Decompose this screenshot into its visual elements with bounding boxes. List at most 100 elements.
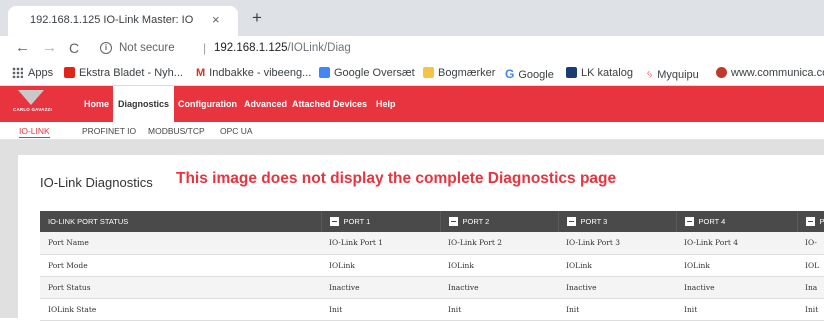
subnav-modbus-tcp[interactable]: MODBUS/TCP (148, 126, 205, 136)
row-label: Port Mode (40, 254, 321, 276)
table-cell: IOLink (676, 254, 797, 276)
table-cell: Ina (797, 276, 824, 298)
browser-tab[interactable]: 192.168.1.125 IO-Link Master: IO × (8, 6, 238, 36)
address-bar: ← → C i Not secure | 192.168.1.125/IOLin… (0, 36, 824, 62)
column-header-port-5[interactable]: P (797, 211, 824, 232)
myquipu-icon: ᛃ (646, 67, 653, 78)
menu-diagnostics[interactable]: Diagnostics (113, 86, 174, 122)
table-cell: Init (321, 298, 440, 320)
reload-icon[interactable]: C (69, 40, 79, 56)
table-cell: IO- (797, 232, 824, 254)
table-header-row: IO-LINK PORT STATUS PORT 1 PORT 2 PORT 3… (40, 211, 824, 232)
menu-configuration[interactable]: Configuration (173, 86, 242, 122)
table-row: Port Name IO-Link Port 1 IO-Link Port 2 … (40, 232, 824, 254)
bookmarks-bar: Apps Ekstra Bladet - Nyh... M Indbakke - … (0, 62, 824, 86)
bookmark-label: Bogmærker (438, 67, 495, 79)
column-header-port-status: IO-LINK PORT STATUS (40, 211, 321, 232)
annotation-note: This image does not display the complete… (176, 170, 616, 188)
table-row: IOLink State Init Init Init Init Init (40, 298, 824, 320)
subnav-opc-ua[interactable]: OPC UA (220, 126, 253, 136)
table-cell: Init (676, 298, 797, 320)
menu-attached-devices[interactable]: Attached Devices (287, 86, 372, 122)
url-path: /IOLink/Diag (288, 42, 351, 54)
bookmark-label: www.communica.co... (731, 67, 824, 79)
menu-home[interactable]: Home (79, 86, 114, 122)
subnav-profinet-io[interactable]: PROFINET IO (82, 126, 136, 136)
folder-icon (423, 67, 434, 78)
forward-arrow-icon[interactable]: → (42, 40, 57, 56)
table-cell: Inactive (440, 276, 558, 298)
column-header-port-2[interactable]: PORT 2 (440, 211, 558, 232)
table-row: Port Status Inactive Inactive Inactive I… (40, 276, 824, 298)
header-label: PORT 1 (344, 217, 371, 226)
table-cell: IOLink (440, 254, 558, 276)
header-label: PORT 4 (699, 217, 726, 226)
collapse-icon[interactable] (806, 217, 815, 226)
table-cell: IOL (797, 254, 824, 276)
menu-advanced[interactable]: Advanced (239, 86, 292, 122)
table-cell: Init (440, 298, 558, 320)
table-cell: Inactive (321, 276, 440, 298)
google-icon: G (505, 67, 514, 78)
bookmark-myquipu[interactable]: ᛃ Myquipu (646, 67, 699, 81)
table-cell: IO-Link Port 4 (676, 232, 797, 254)
apps-grid-icon (12, 67, 23, 78)
bookmark-label: Google (518, 69, 553, 81)
main-content: IO-Link Diagnostics This image does not … (0, 140, 824, 318)
tab-title: 192.168.1.125 IO-Link Master: IO (30, 14, 200, 26)
url-field[interactable]: 192.168.1.125/IOLink/Diag (214, 42, 351, 54)
bookmark-ekstra-bladet[interactable]: Ekstra Bladet - Nyh... (64, 67, 183, 79)
bookmark-google-translate[interactable]: Google Oversæt (319, 67, 415, 79)
column-header-port-1[interactable]: PORT 1 (321, 211, 440, 232)
url-host: 192.168.1.125 (214, 42, 288, 54)
bookmark-lk-katalog[interactable]: LK katalog (566, 67, 633, 79)
table-cell: IOLink (558, 254, 676, 276)
row-label: Port Status (40, 276, 321, 298)
bookmark-label: Google Oversæt (334, 67, 415, 79)
header-label: PORT 2 (463, 217, 490, 226)
gmail-icon: M (196, 67, 205, 78)
bookmark-label: Indbakke - vibeeng... (209, 67, 311, 79)
page-title: IO-Link Diagnostics (40, 175, 153, 190)
header-label: PORT 3 (581, 217, 608, 226)
table-cell: IO-Link Port 2 (440, 232, 558, 254)
info-icon[interactable]: i (100, 42, 112, 54)
row-label: IOLink State (40, 298, 321, 320)
column-header-port-3[interactable]: PORT 3 (558, 211, 676, 232)
back-arrow-icon[interactable]: ← (15, 40, 30, 56)
bookmark-communica[interactable]: www.communica.co... (716, 67, 824, 79)
google-translate-icon (319, 67, 330, 78)
table-cell: IOLink (321, 254, 440, 276)
table-cell: IO-Link Port 1 (321, 232, 440, 254)
ekstra-bladet-icon (64, 67, 75, 78)
bookmark-label: LK katalog (581, 67, 633, 79)
bookmark-label: Myquipu (657, 69, 699, 81)
table-cell: Init (797, 298, 824, 320)
browser-tabstrip: 192.168.1.125 IO-Link Master: IO × + (0, 0, 824, 36)
header-label: P (820, 217, 824, 226)
collapse-icon[interactable] (449, 217, 458, 226)
protocol-subnav: IO-LINK PROFINET IO MODBUS/TCP OPC UA (0, 122, 824, 140)
bookmark-google[interactable]: G Google (505, 67, 554, 81)
site-top-nav: CARLO GAVAZZI Home Diagnostics Configura… (0, 86, 824, 122)
carlo-gavazzi-logo[interactable]: CARLO GAVAZZI (15, 90, 47, 118)
collapse-icon[interactable] (685, 217, 694, 226)
security-label[interactable]: Not secure (119, 42, 175, 54)
menu-help[interactable]: Help (371, 86, 401, 122)
subnav-io-link[interactable]: IO-LINK (19, 126, 50, 138)
collapse-icon[interactable] (330, 217, 339, 226)
collapse-icon[interactable] (567, 217, 576, 226)
new-tab-button[interactable]: + (252, 9, 262, 26)
table-cell: Inactive (558, 276, 676, 298)
bookmark-gmail[interactable]: M Indbakke - vibeeng... (196, 67, 311, 79)
bookmark-bogmaerker[interactable]: Bogmærker (423, 67, 495, 79)
bookmark-label: Ekstra Bladet - Nyh... (79, 67, 183, 79)
close-tab-icon[interactable]: × (212, 12, 220, 27)
logo-triangle-icon (18, 90, 44, 105)
logo-text: CARLO GAVAZZI (13, 107, 49, 112)
url-separator: | (203, 41, 206, 55)
column-header-port-4[interactable]: PORT 4 (676, 211, 797, 232)
bookmark-apps[interactable]: Apps (12, 67, 53, 79)
table-cell: Init (558, 298, 676, 320)
table-cell: Inactive (676, 276, 797, 298)
